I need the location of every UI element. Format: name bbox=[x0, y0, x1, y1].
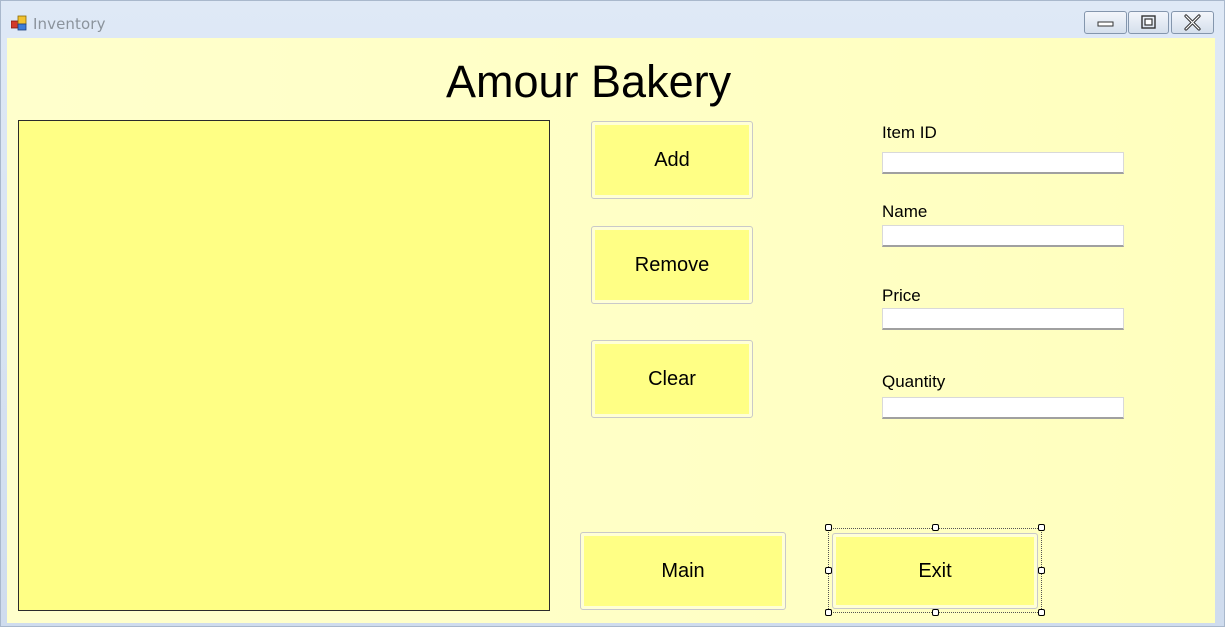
resize-handle-top-left[interactable] bbox=[825, 524, 832, 531]
name-label: Name bbox=[882, 202, 928, 221]
inventory-listbox[interactable] bbox=[18, 120, 550, 611]
close-button[interactable] bbox=[1171, 11, 1214, 34]
main-button[interactable]: Main bbox=[580, 532, 786, 610]
resize-handle-top[interactable] bbox=[932, 524, 939, 531]
maximize-icon bbox=[1141, 15, 1156, 29]
resize-handle-left[interactable] bbox=[825, 567, 832, 574]
app-icon bbox=[11, 15, 27, 31]
minimize-icon bbox=[1097, 21, 1114, 27]
resize-handle-bottom[interactable] bbox=[932, 609, 939, 616]
quantity-label: Quantity bbox=[882, 372, 946, 391]
clear-button[interactable]: Clear bbox=[591, 340, 753, 418]
quantity-field[interactable] bbox=[882, 397, 1124, 419]
resize-handle-right[interactable] bbox=[1038, 567, 1045, 574]
designer-selection-frame[interactable] bbox=[828, 528, 1042, 613]
name-field[interactable] bbox=[882, 225, 1124, 247]
close-icon bbox=[1184, 14, 1201, 31]
page-title: Amour Bakery bbox=[446, 56, 732, 107]
resize-handle-top-right[interactable] bbox=[1038, 524, 1045, 531]
price-field[interactable] bbox=[882, 308, 1124, 330]
item-id-label: Item ID bbox=[882, 123, 937, 142]
resize-handle-bottom-right[interactable] bbox=[1038, 609, 1045, 616]
maximize-button[interactable] bbox=[1128, 11, 1169, 34]
minimize-button[interactable] bbox=[1084, 11, 1127, 34]
title-bar[interactable]: Inventory bbox=[1, 1, 1224, 38]
add-button[interactable]: Add bbox=[591, 121, 753, 199]
window-title: Inventory bbox=[33, 15, 106, 33]
remove-button[interactable]: Remove bbox=[591, 226, 753, 304]
resize-handle-bottom-left[interactable] bbox=[825, 609, 832, 616]
item-id-field[interactable] bbox=[882, 152, 1124, 174]
price-label: Price bbox=[882, 286, 921, 305]
